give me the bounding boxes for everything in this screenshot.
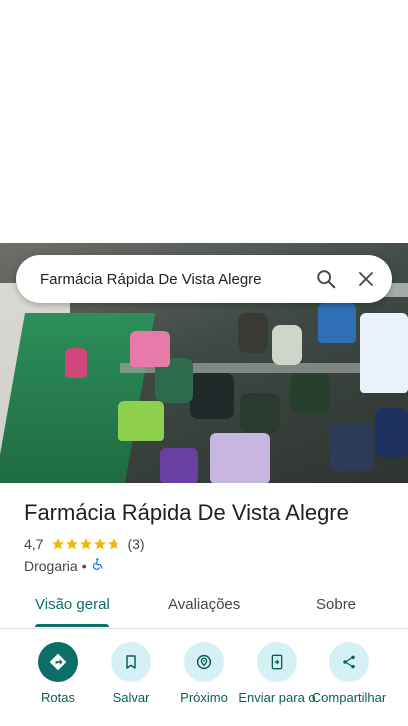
close-icon[interactable]: [346, 259, 386, 299]
tab-bar: Visão geral Avaliações Sobre: [0, 588, 408, 629]
star-icon: [66, 538, 79, 550]
star-icon: [94, 538, 107, 550]
photo-bottle: [210, 433, 270, 483]
photo-bottle: [118, 401, 164, 441]
review-count: (3): [127, 536, 145, 552]
active-tab-indicator: [35, 624, 109, 627]
bookmark-icon: [111, 642, 151, 682]
star-icon: [80, 538, 93, 550]
photo-bottle: [130, 331, 170, 367]
search-bar[interactable]: Farmácia Rápida De Vista Alegre: [16, 255, 392, 303]
rating-row[interactable]: 4,7 (3): [24, 536, 145, 552]
wheelchair-accessible-icon: [91, 557, 105, 574]
map-blank-area: [0, 0, 408, 243]
photo-jar: [238, 313, 268, 353]
tab-overview[interactable]: Visão geral: [35, 596, 110, 613]
category-row: Drogaria •: [24, 557, 105, 574]
photo-bottle: [360, 313, 408, 393]
photo-jar: [375, 408, 408, 458]
rating-stars: [51, 537, 121, 551]
photo-bottle: [160, 448, 198, 483]
tab-about[interactable]: Sobre: [316, 596, 356, 613]
search-icon[interactable]: [306, 259, 346, 299]
photo-bottle: [318, 303, 356, 343]
send-to-phone-icon: [257, 642, 297, 682]
search-input[interactable]: Farmácia Rápida De Vista Alegre: [16, 271, 306, 288]
nearby-button[interactable]: Próximo: [164, 642, 244, 705]
nearby-icon: [184, 642, 224, 682]
photo-jar: [240, 393, 280, 433]
action-label: Rotas: [41, 690, 75, 705]
photo-jar: [330, 423, 374, 471]
star-icon: [52, 538, 65, 550]
share-icon: [329, 642, 369, 682]
share-button[interactable]: Compartilhar: [309, 642, 389, 705]
action-label: Salvar: [112, 690, 150, 705]
category-label: Drogaria: [24, 557, 78, 574]
separator: •: [81, 557, 87, 574]
tab-reviews[interactable]: Avaliações: [168, 596, 240, 613]
place-title: Farmácia Rápida De Vista Alegre: [24, 500, 349, 525]
directions-button[interactable]: Rotas: [18, 642, 98, 705]
send-to-phone-button[interactable]: Enviar para o: [237, 642, 317, 705]
action-label: Próximo: [180, 690, 228, 705]
save-button[interactable]: Salvar: [91, 642, 171, 705]
photo-bottle: [65, 348, 87, 378]
photo-jar: [290, 373, 330, 413]
directions-icon: [38, 642, 78, 682]
action-label: Enviar para o: [238, 690, 316, 705]
photo-jar: [190, 373, 234, 419]
rating-value: 4,7: [24, 536, 44, 552]
photo-jar: [272, 325, 302, 365]
action-label: Compartilhar: [311, 690, 387, 705]
half-star-icon: [108, 538, 121, 550]
